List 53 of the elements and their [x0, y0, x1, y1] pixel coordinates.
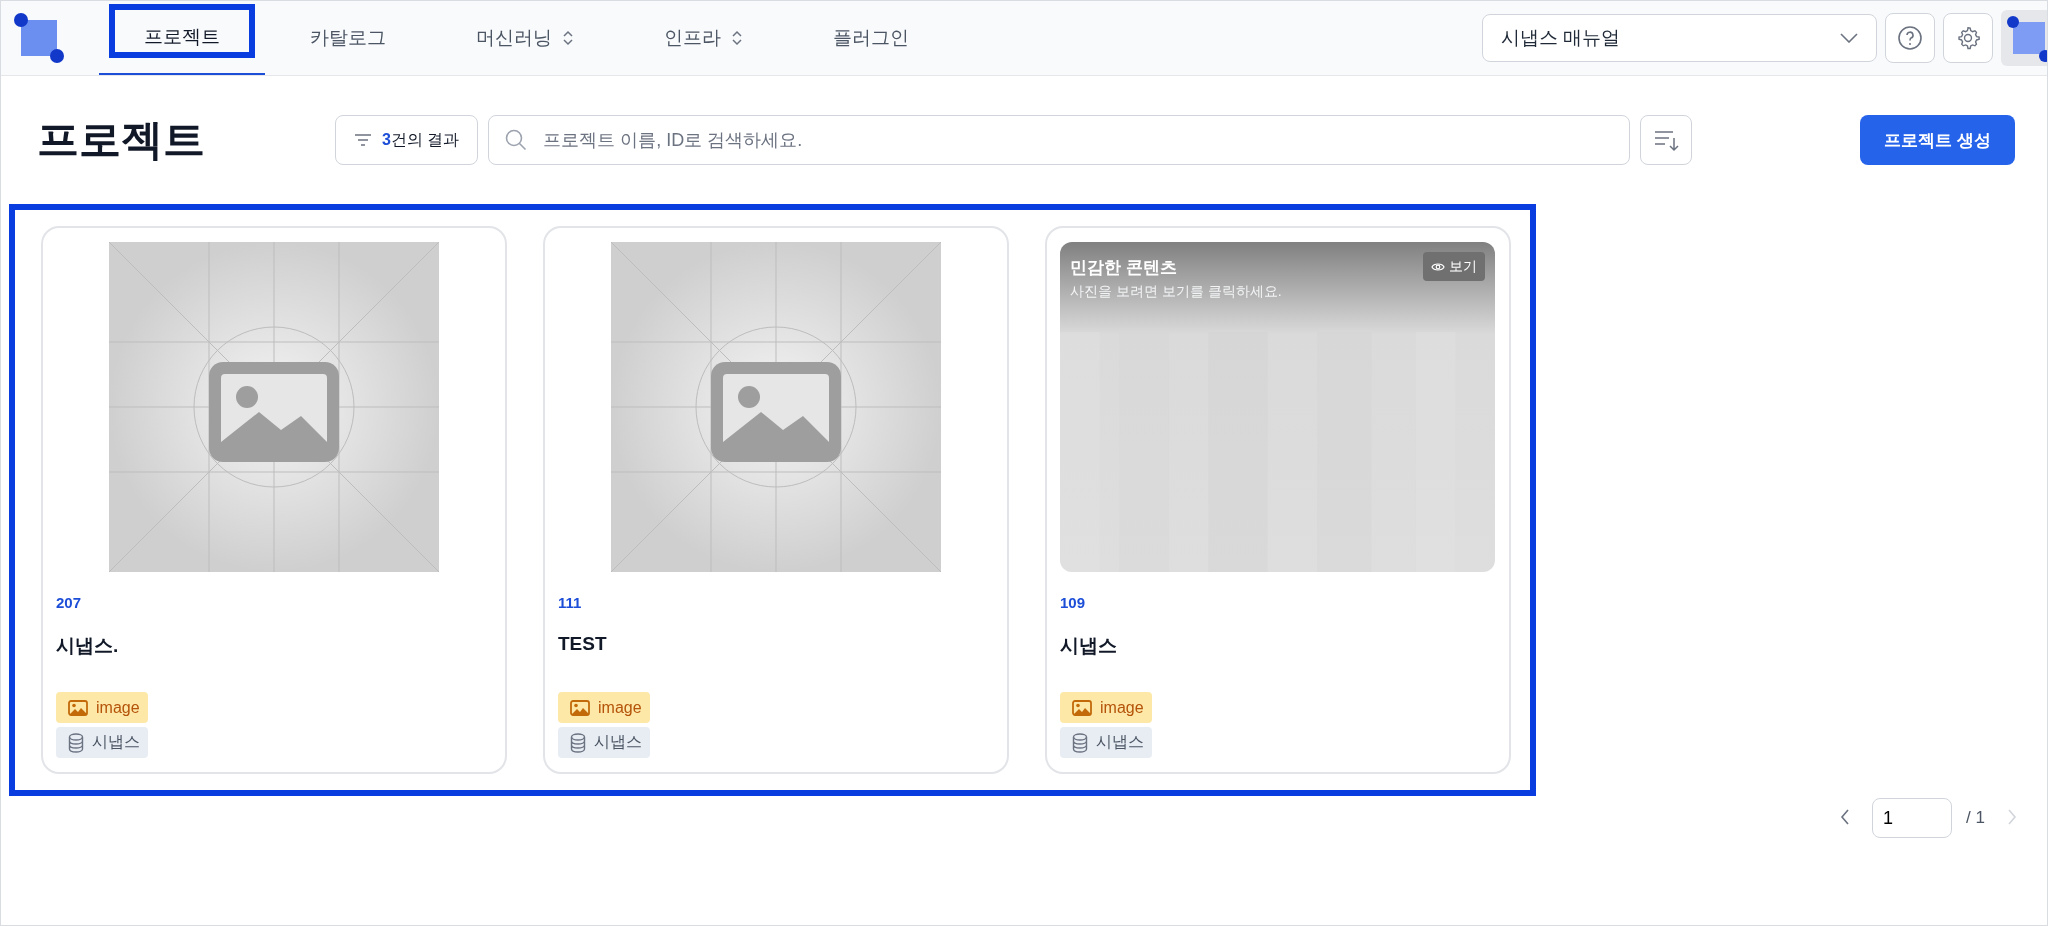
- chevron-up-down-icon: [562, 30, 574, 46]
- image-icon: [1072, 699, 1092, 716]
- sort-icon: [1653, 128, 1680, 152]
- create-project-button[interactable]: 프로젝트 생성: [1860, 115, 2015, 165]
- image-icon: [570, 699, 590, 716]
- search-icon: [504, 128, 529, 152]
- database-icon: [68, 732, 84, 753]
- nav-tab[interactable]: 카탈로그: [265, 1, 431, 75]
- settings-icon: [1955, 25, 1981, 51]
- project-name: 시냅스: [1060, 634, 1118, 658]
- search-field[interactable]: 프로젝트 이름, ID로 검색하세요.: [488, 115, 1631, 165]
- settings-button[interactable]: [1943, 13, 1993, 63]
- chevron-down-icon: [1840, 33, 1858, 43]
- chevron-right-icon: [2007, 808, 2017, 825]
- type-tag: image: [56, 692, 148, 723]
- manual-select[interactable]: 시냅스 매뉴얼: [1482, 14, 1877, 62]
- project-card[interactable]: 민감한 콘텐츠 사진을 보려면 보기를 클릭하세요. 보기 109 시냅스 image 시냅스: [1045, 226, 1511, 774]
- page-total: / 1: [1966, 808, 1985, 828]
- filter-button[interactable]: 3건의 결과: [335, 115, 479, 165]
- type-tag: image: [1060, 692, 1152, 723]
- avatar-button[interactable]: [2001, 10, 2047, 66]
- project-name: 시냅스.: [56, 634, 120, 658]
- filter-icon: [354, 133, 372, 147]
- type-tag: image: [558, 692, 650, 723]
- eye-icon: [1431, 261, 1445, 272]
- page-input[interactable]: 1: [1872, 798, 1953, 838]
- page-title: 프로젝트: [37, 115, 205, 165]
- help-button[interactable]: [1885, 13, 1935, 63]
- project-card[interactable]: 207 시냅스. image 시냅스: [41, 226, 507, 774]
- project-id: 111: [558, 594, 583, 611]
- nav-tab[interactable]: 머신러닝: [431, 1, 619, 75]
- nav-tab[interactable]: 인프라: [619, 1, 788, 75]
- project-card[interactable]: 111 TEST image 시냅스: [543, 226, 1009, 774]
- dataset-tag: 시냅스: [1060, 727, 1152, 758]
- chevron-up-down-icon: [731, 30, 743, 46]
- nav-tab[interactable]: 프로젝트: [99, 1, 265, 75]
- dataset-tag: 시냅스: [558, 727, 650, 758]
- project-name: TEST: [558, 633, 608, 655]
- dataset-tag: 시냅스: [56, 727, 148, 758]
- sort-button[interactable]: [1640, 115, 1693, 165]
- help-icon: [1897, 25, 1923, 51]
- nav-tab[interactable]: 플러그인: [788, 1, 954, 75]
- project-id: 207: [56, 594, 83, 611]
- database-icon: [1072, 732, 1088, 753]
- database-icon: [570, 732, 586, 753]
- sensitive-hint: 사진을 보려면 보기를 클릭하세요.: [1070, 283, 1282, 301]
- sensitive-title: 민감한 콘텐츠: [1070, 257, 1178, 279]
- image-icon: [68, 699, 88, 716]
- view-button[interactable]: 보기: [1423, 252, 1485, 281]
- chevron-left-icon: [1840, 808, 1851, 825]
- logo-icon: [13, 12, 65, 64]
- project-id: 109: [1060, 594, 1087, 611]
- avatar-icon: [2007, 14, 2047, 62]
